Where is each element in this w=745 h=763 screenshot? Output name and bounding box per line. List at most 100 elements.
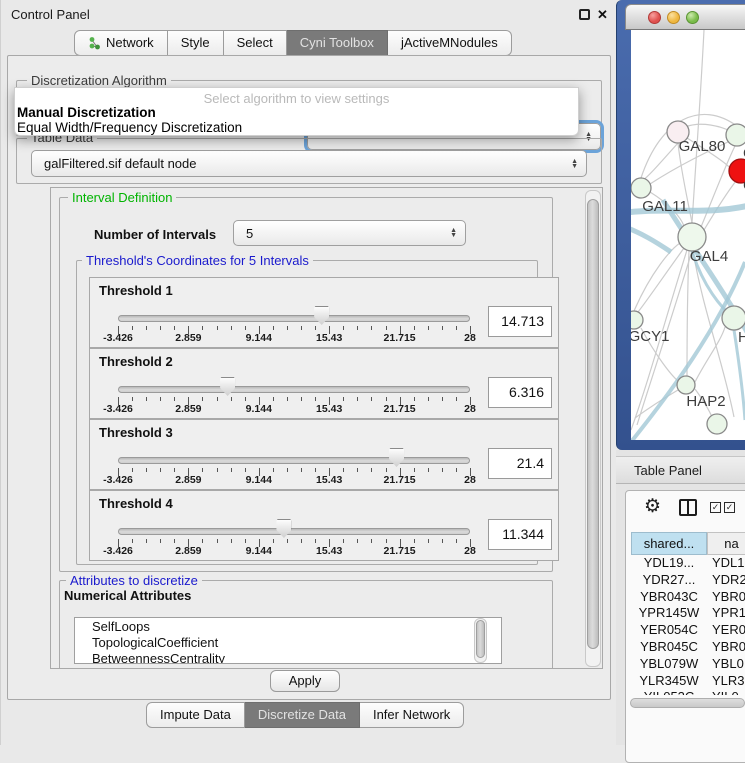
network-node[interactable] [678,223,706,251]
tab-jactivemnodules[interactable]: jActiveMNodules [388,30,512,56]
tab-cyni-toolbox[interactable]: Cyni Toolbox [287,30,388,56]
table-horizontal-scrollbar[interactable] [630,698,745,708]
attributes-scrollbar-thumb[interactable] [476,620,485,658]
slider-tick [315,326,316,330]
number-of-intervals-combobox[interactable]: 5 ▲▼ [233,220,466,246]
network-node-label: GCY1 [631,328,669,345]
settings-scrollbar[interactable] [585,190,601,667]
gear-icon[interactable]: ⚙ [644,495,661,518]
attributes-list-scrollbar[interactable] [474,618,487,663]
network-window[interactable]: GAL80GALCGAL11GAL4GCY1HHAP2 [616,0,745,450]
network-edge[interactable] [687,251,689,376]
numerical-attributes-list[interactable]: SelfLoopsTopologicalCoefficientBetweenne… [74,617,502,664]
slider-handle[interactable] [276,519,291,538]
table-row[interactable]: YBR045CYBR0 [631,639,745,656]
attribute-item[interactable]: TopologicalCoefficient [75,634,501,650]
table-row[interactable]: YDR27...YDR2 [631,572,745,589]
slider-tick [273,326,274,330]
attribute-item[interactable]: BetweennessCentrality [75,650,501,664]
attribute-item[interactable]: SelfLoops [75,618,501,634]
network-node[interactable] [707,414,727,434]
threshold-value-field[interactable]: 6.316 [488,377,552,408]
table-row[interactable]: YPR145WYPR1 [631,605,745,622]
table-panel-header[interactable]: Table Panel [616,456,745,484]
table-row[interactable]: YBR043CYBR0 [631,589,745,606]
settings-scrollbar-thumb[interactable] [587,199,599,649]
network-node[interactable] [677,376,695,394]
slider-tick [414,539,415,543]
network-window-titlebar[interactable] [625,4,745,30]
column-header-1[interactable]: na [707,532,745,555]
tab-impute-data[interactable]: Impute Data [146,702,245,728]
slider-tick [202,397,203,401]
threshold-value-field[interactable]: 21.4 [488,448,552,479]
slider-track[interactable] [118,528,470,535]
slider-track[interactable] [118,315,470,322]
popup-item-1[interactable]: Equal Width/Frequency Discretization [17,120,242,135]
table-row[interactable]: YDL19...YDL1 [631,555,745,572]
slider-tick [456,539,457,543]
split-table-icon[interactable] [679,499,697,516]
network-edge[interactable] [685,124,732,132]
zoom-traffic-light[interactable] [686,11,699,24]
slider-handle[interactable] [314,306,329,325]
threshold-label: Threshold 2 [99,354,173,369]
slider-tick [371,397,372,401]
table-row[interactable]: YBL079WYBL0 [631,656,745,673]
tab-label: Discretize Data [258,703,346,727]
slider-handle[interactable] [389,448,404,467]
slider-tick [160,397,161,401]
cell-name: YDL1 [707,555,745,572]
apply-button[interactable]: Apply [270,670,340,692]
slider-tick [371,468,372,472]
tab-network[interactable]: Network [74,30,168,56]
slider-tick [287,397,288,401]
network-node[interactable] [726,124,745,146]
tab-discretize-data[interactable]: Discretize Data [245,702,360,728]
slider-tick [343,397,344,401]
network-edge[interactable] [638,248,684,312]
minimize-traffic-light[interactable] [667,11,680,24]
tab-infer-network[interactable]: Infer Network [360,702,464,728]
thresholds-group-title: Threshold's Coordinates for 5 Intervals [82,253,313,268]
slider-track[interactable] [118,457,470,464]
network-node[interactable] [631,178,651,198]
network-edge[interactable] [695,327,725,382]
threshold-value-field[interactable]: 11.344 [488,519,552,550]
table-data-combobox[interactable]: galFiltered.sif default node ▲▼ [31,150,587,177]
network-node[interactable] [631,311,643,329]
table-row[interactable]: YIL052CYIL0 [631,689,745,695]
network-node[interactable] [722,306,745,330]
network-edge[interactable] [634,243,680,311]
column-header-0[interactable]: shared... [631,532,707,555]
close-traffic-light[interactable] [648,11,661,24]
table-row[interactable]: YLR345WYLR3 [631,673,745,690]
close-icon[interactable]: ✕ [597,9,608,20]
tab-select[interactable]: Select [224,30,287,56]
tab-style[interactable]: Style [168,30,224,56]
settings-scroll-viewport: Interval Definition Number of Intervals … [50,187,603,669]
slider-tick [371,539,372,543]
slider-handle[interactable] [220,377,235,396]
slider-tick [456,326,457,330]
slider-track[interactable] [118,386,470,393]
threshold-value-field[interactable]: 14.713 [488,306,552,337]
slider-tick [174,397,175,401]
table-row[interactable]: YER054CYER0 [631,622,745,639]
select-all-columns-icon[interactable]: ✓ [724,502,735,513]
slider-tick [132,326,133,330]
slider-tick [273,468,274,472]
network-edge[interactable] [704,181,736,230]
network-canvas[interactable]: GAL80GALCGAL11GAL4GCY1HHAP2 [631,30,745,440]
popup-item-0[interactable]: Manual Discretization [17,105,156,120]
number-of-intervals-value: 5 [246,226,253,241]
network-edge-thick[interactable] [631,224,671,252]
network-edge[interactable] [635,390,678,418]
tab-label: jActiveMNodules [401,31,498,55]
select-columns-icon[interactable]: ✓ [710,502,721,513]
cell-name: YER0 [707,622,745,639]
network-edge[interactable] [692,30,704,223]
float-window-icon[interactable] [579,9,590,20]
slider-tick [343,468,344,472]
slider-tick [146,468,147,472]
